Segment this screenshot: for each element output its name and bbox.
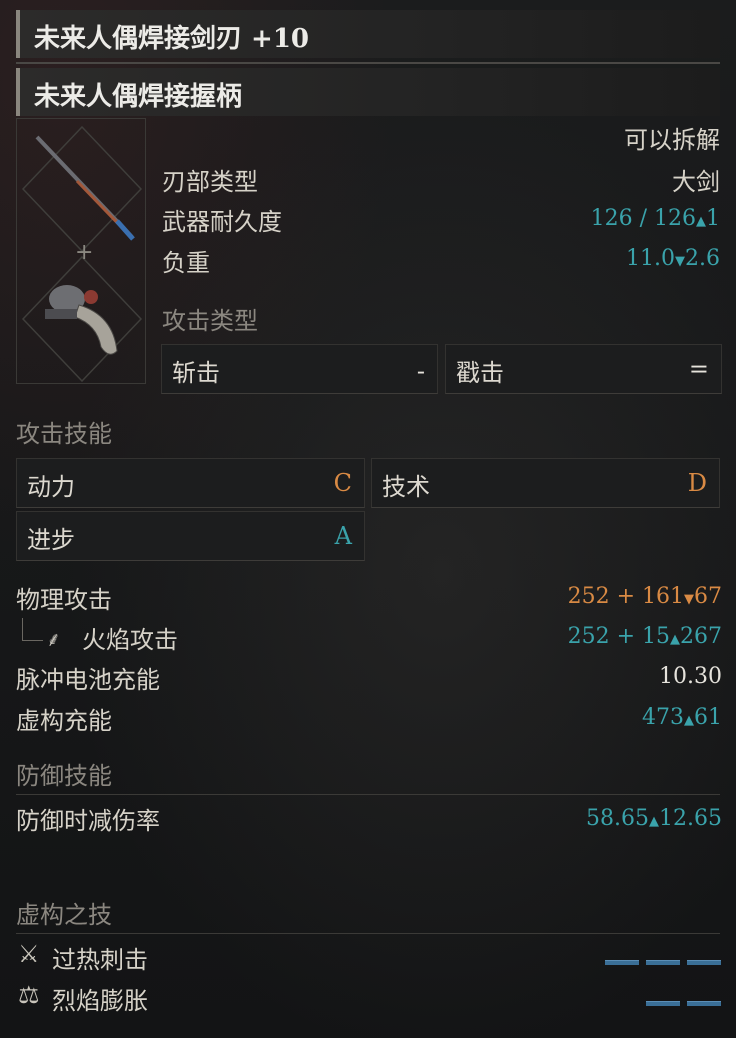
fable-art-1-label: 过热刺击 bbox=[52, 946, 148, 974]
guard-reduction-value: 58.65▲12.65 bbox=[586, 806, 722, 831]
scales-icon: ⚖ bbox=[18, 981, 40, 1009]
guard-reduction-label: 防御时减伤率 bbox=[16, 807, 160, 835]
physical-attack-value: 252 + 161▼67 bbox=[567, 584, 722, 609]
stat-advance: 进步 A bbox=[16, 511, 365, 561]
fire-attack-label: 火焰攻击 bbox=[82, 626, 178, 654]
handle-title-bar: 未来人偶焊接握柄 bbox=[16, 68, 720, 116]
crossed-swords-icon: ⚔ bbox=[18, 940, 40, 968]
decrease-arrow-icon: ▼ bbox=[684, 592, 694, 607]
fable-charge-label: 虚构充能 bbox=[16, 707, 112, 735]
divider bbox=[16, 794, 720, 795]
stat-motivity: 动力 C bbox=[16, 458, 365, 508]
weapon-preview-art: + bbox=[21, 125, 143, 383]
attack-type-slash: 斩击 - bbox=[161, 344, 438, 394]
increase-arrow-icon: ▲ bbox=[684, 713, 694, 728]
attack-skills-heading: 攻击技能 bbox=[16, 420, 112, 448]
stat-technique: 技术 D bbox=[371, 458, 720, 508]
fable-charge-value: 473▲61 bbox=[642, 705, 722, 730]
pulse-cell-value: 10.30 bbox=[659, 664, 722, 689]
weight-value: 11.0▼2.6 bbox=[626, 246, 720, 271]
handle-title: 未来人偶焊接握柄 bbox=[34, 82, 243, 112]
increase-arrow-icon: ▲ bbox=[649, 814, 660, 829]
weapon-preview: + bbox=[16, 118, 146, 384]
fire-attack-value: 252 + 15▲267 bbox=[567, 624, 722, 649]
fable-arts-heading: 虚构之技 bbox=[16, 901, 112, 929]
attack-type-heading: 攻击类型 bbox=[162, 307, 258, 335]
tree-branch-line bbox=[22, 618, 43, 641]
defense-skills-heading: 防御技能 bbox=[16, 762, 112, 790]
pulse-cell-label: 脉冲电池充能 bbox=[16, 666, 160, 694]
fable-art-2-label: 烈焰膨胀 bbox=[52, 987, 148, 1015]
weapon-title: 未来人偶焊接剑刃 +10 bbox=[34, 24, 310, 54]
durability-value: 126 / 126▲1 bbox=[590, 206, 720, 231]
divider bbox=[16, 62, 720, 64]
increase-arrow-icon: ▲ bbox=[696, 214, 706, 229]
fable-art-1-cost bbox=[598, 952, 721, 971]
fable-art-2-cost bbox=[639, 993, 721, 1012]
increase-arrow-icon: ▲ bbox=[670, 632, 680, 647]
weight-label: 负重 bbox=[162, 249, 210, 277]
blade-type-value: 大剑 bbox=[672, 168, 720, 196]
physical-attack-label: 物理攻击 bbox=[16, 586, 112, 614]
durability-label: 武器耐久度 bbox=[162, 208, 282, 236]
weapon-title-bar: 未来人偶焊接剑刃 +10 bbox=[16, 10, 720, 58]
svg-text:+: + bbox=[75, 240, 93, 265]
decrease-arrow-icon: ▼ bbox=[675, 254, 685, 269]
divider bbox=[16, 933, 720, 934]
disassemble-status: 可以拆解 bbox=[624, 126, 720, 154]
blade-type-label: 刃部类型 bbox=[162, 168, 258, 196]
attack-type-pierce: 戳击 = bbox=[445, 344, 722, 394]
fire-attack-icon: ⸙ bbox=[46, 627, 61, 651]
